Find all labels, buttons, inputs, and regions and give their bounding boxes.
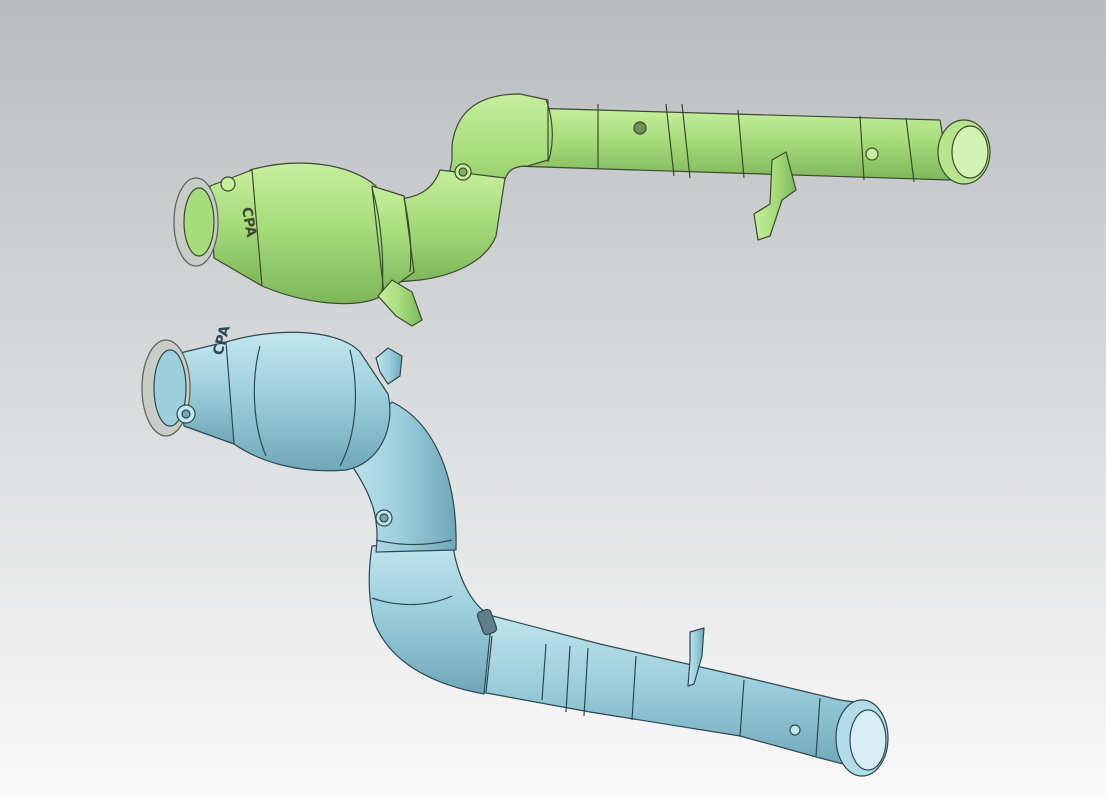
green-sensor-bore (458, 167, 468, 177)
blue-sensor-boss (789, 724, 801, 736)
cad-viewport[interactable]: CPA CPA (0, 0, 1106, 798)
green-sensor-boss (220, 176, 236, 192)
green-inlet-flange-face (183, 187, 215, 257)
blue-outlet-bore (849, 709, 887, 771)
blue-sensor-bore (379, 513, 389, 523)
blue-sensor-bore (181, 409, 191, 419)
green-sensor-boss (633, 121, 647, 135)
green-sensor-boss (865, 147, 879, 161)
green-outlet-bore (951, 125, 989, 179)
